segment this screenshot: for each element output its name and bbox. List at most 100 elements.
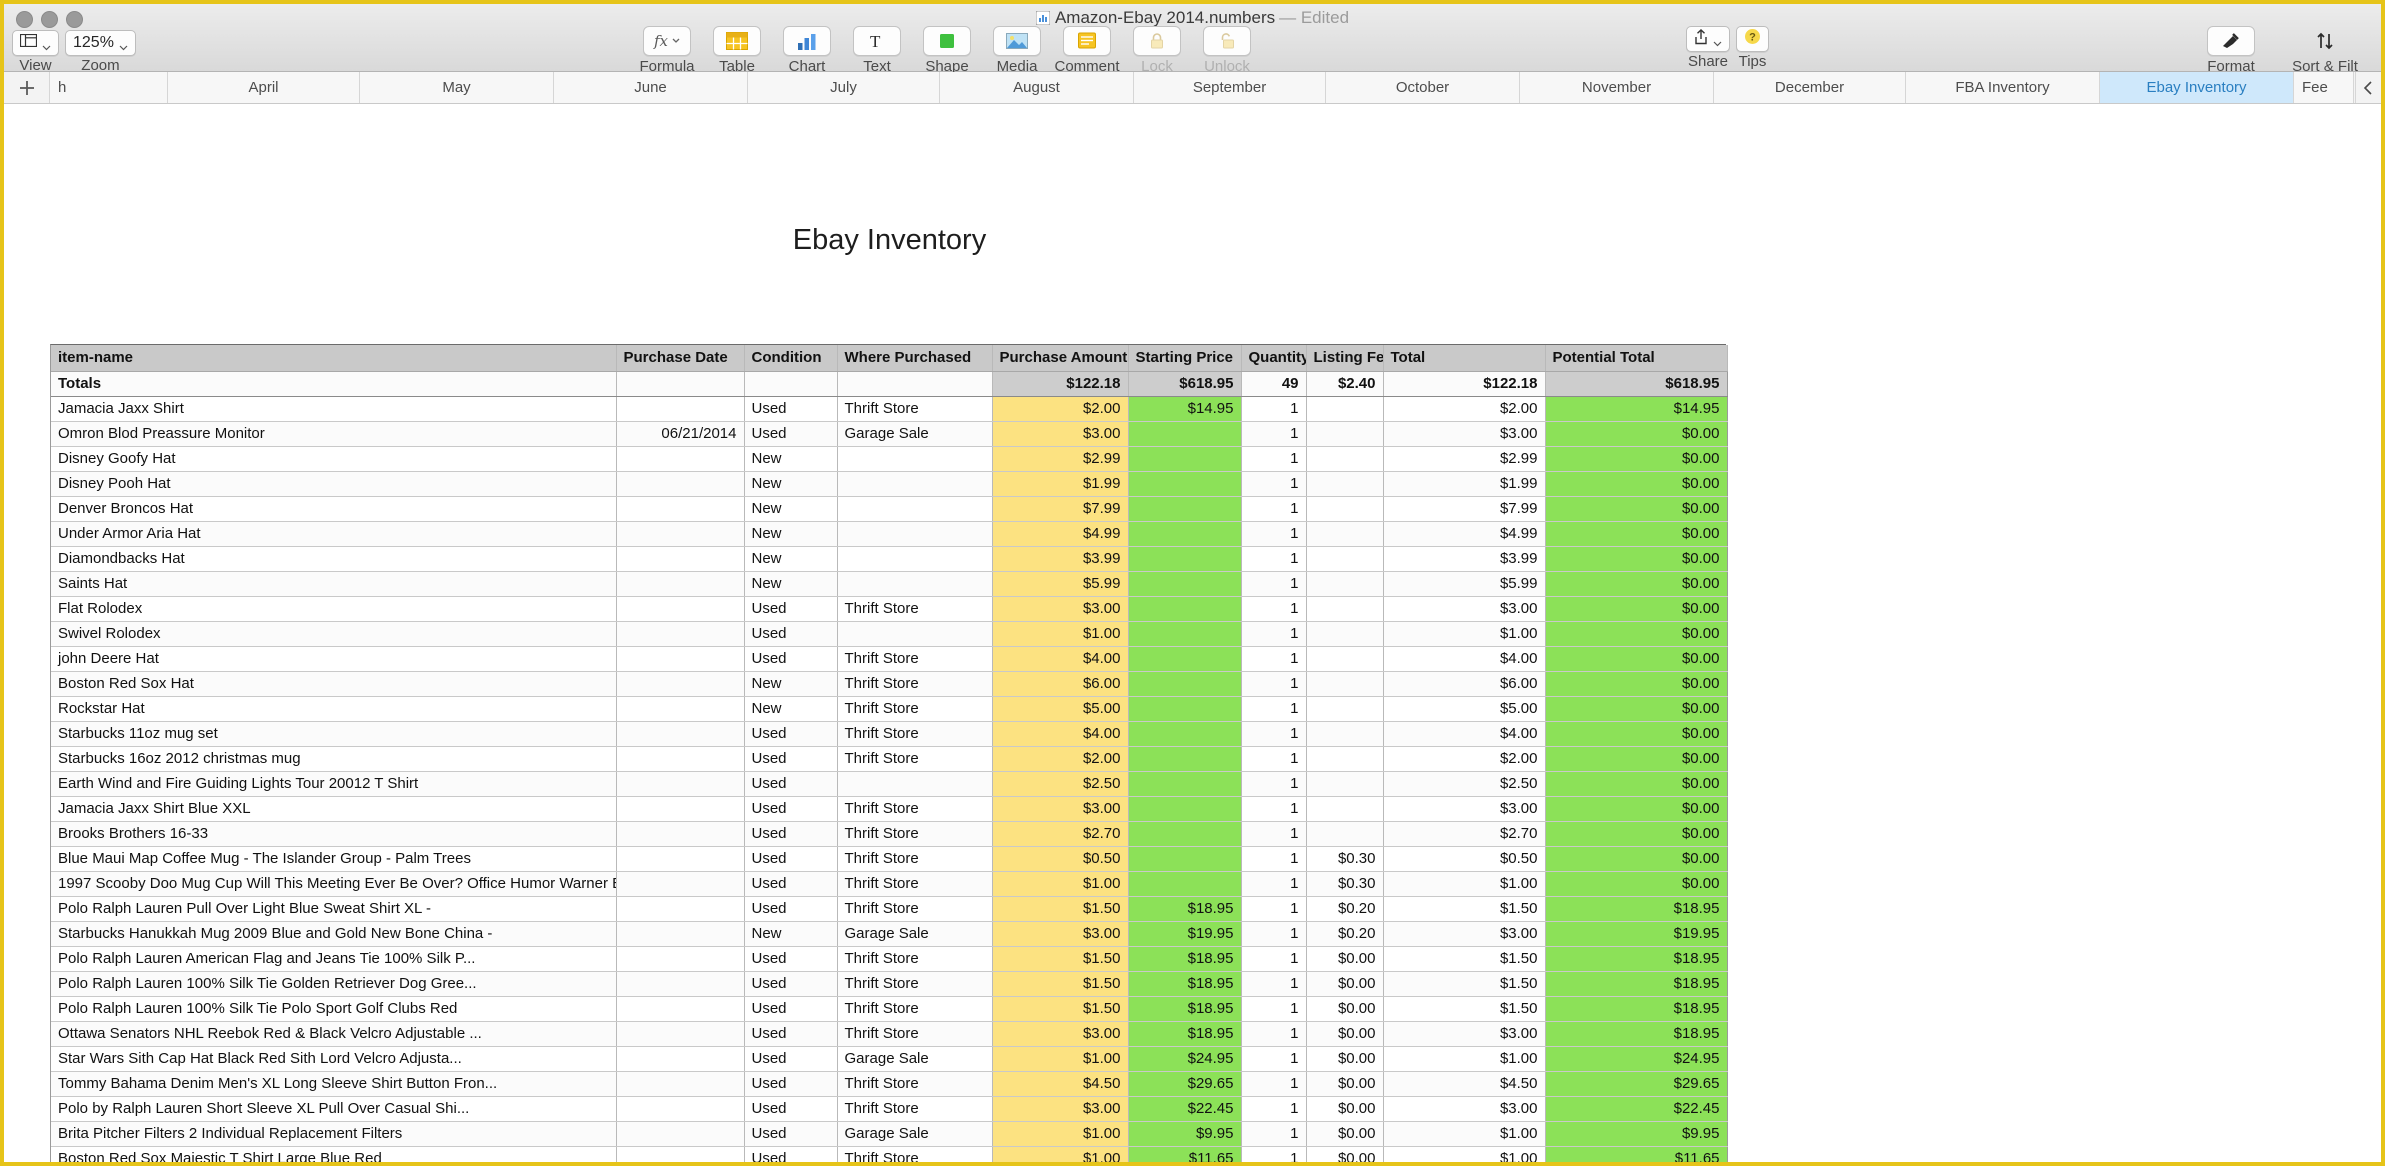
cell-condition[interactable]: Used — [744, 721, 837, 746]
cell-item-name[interactable]: Boston Red Sox Majestic T Shirt Large Bl… — [51, 1146, 616, 1162]
cell-purchase-date[interactable] — [616, 996, 744, 1021]
cell-starting-price[interactable] — [1128, 521, 1241, 546]
cell-purchase-amount[interactable]: $1.50 — [992, 971, 1128, 996]
cell-condition[interactable]: Used — [744, 421, 837, 446]
cell-starting-price[interactable]: $18.95 — [1128, 1021, 1241, 1046]
cell-potential-total[interactable]: $0.00 — [1545, 546, 1727, 571]
totals-quantity[interactable]: 49 — [1241, 371, 1306, 396]
totals-condition[interactable] — [744, 371, 837, 396]
cell-purchase-amount[interactable]: $1.99 — [992, 471, 1128, 496]
cell-purchase-date[interactable] — [616, 521, 744, 546]
cell-condition[interactable]: New — [744, 496, 837, 521]
cell-where-purchased[interactable]: Thrift Store — [837, 746, 992, 771]
cell-purchase-amount[interactable]: $1.50 — [992, 896, 1128, 921]
cell-item-name[interactable]: Ottawa Senators NHL Reebok Red & Black V… — [51, 1021, 616, 1046]
cell-item-name[interactable]: Denver Broncos Hat — [51, 496, 616, 521]
table-row[interactable]: john Deere HatUsedThrift Store$4.001$4.0… — [51, 646, 1727, 671]
cell-where-purchased[interactable] — [837, 546, 992, 571]
cell-total[interactable]: $4.50 — [1383, 1071, 1545, 1096]
cell-purchase-date[interactable] — [616, 646, 744, 671]
cell-item-name[interactable]: Polo Ralph Lauren Pull Over Light Blue S… — [51, 896, 616, 921]
cell-quantity[interactable]: 1 — [1241, 921, 1306, 946]
table-row[interactable]: Starbucks 11oz mug setUsedThrift Store$4… — [51, 721, 1727, 746]
cell-purchase-date[interactable] — [616, 596, 744, 621]
cell-quantity[interactable]: 1 — [1241, 821, 1306, 846]
sheet-tab-december[interactable]: December — [1714, 72, 1906, 103]
cell-purchase-amount[interactable]: $0.50 — [992, 846, 1128, 871]
cell-where-purchased[interactable]: Thrift Store — [837, 1071, 992, 1096]
cell-quantity[interactable]: 1 — [1241, 496, 1306, 521]
cell-total[interactable]: $4.00 — [1383, 721, 1545, 746]
cell-listing-fees[interactable] — [1306, 796, 1383, 821]
cell-quantity[interactable]: 1 — [1241, 396, 1306, 421]
cell-condition[interactable]: Used — [744, 946, 837, 971]
cell-purchase-date[interactable] — [616, 571, 744, 596]
cell-potential-total[interactable]: $0.00 — [1545, 821, 1727, 846]
cell-purchase-amount[interactable]: $1.50 — [992, 996, 1128, 1021]
sheet-tab-november[interactable]: November — [1520, 72, 1714, 103]
col-header-quantity[interactable]: Quantity — [1241, 345, 1306, 371]
cell-total[interactable]: $1.50 — [1383, 971, 1545, 996]
cell-where-purchased[interactable]: Garage Sale — [837, 1046, 992, 1071]
cell-condition[interactable]: Used — [744, 646, 837, 671]
cell-total[interactable]: $2.00 — [1383, 746, 1545, 771]
cell-potential-total[interactable]: $0.00 — [1545, 596, 1727, 621]
cell-starting-price[interactable] — [1128, 771, 1241, 796]
cell-listing-fees[interactable] — [1306, 446, 1383, 471]
cell-quantity[interactable]: 1 — [1241, 571, 1306, 596]
cell-where-purchased[interactable]: Thrift Store — [837, 696, 992, 721]
cell-where-purchased[interactable]: Thrift Store — [837, 821, 992, 846]
cell-condition[interactable]: Used — [744, 396, 837, 421]
cell-total[interactable]: $4.99 — [1383, 521, 1545, 546]
cell-where-purchased[interactable]: Garage Sale — [837, 421, 992, 446]
table-row[interactable]: Starbucks Hanukkah Mug 2009 Blue and Gol… — [51, 921, 1727, 946]
cell-quantity[interactable]: 1 — [1241, 796, 1306, 821]
cell-purchase-date[interactable] — [616, 1071, 744, 1096]
cell-item-name[interactable]: Jamacia Jaxx Shirt — [51, 396, 616, 421]
cell-listing-fees[interactable] — [1306, 671, 1383, 696]
tips-control[interactable]: ? Tips — [1736, 26, 1769, 69]
cell-potential-total[interactable]: $14.95 — [1545, 396, 1727, 421]
cell-total[interactable]: $1.50 — [1383, 946, 1545, 971]
cell-potential-total[interactable]: $18.95 — [1545, 946, 1727, 971]
table-row[interactable]: Rockstar HatNewThrift Store$5.001$5.00$0… — [51, 696, 1727, 721]
cell-condition[interactable]: New — [744, 521, 837, 546]
cell-purchase-date[interactable] — [616, 921, 744, 946]
cell-listing-fees[interactable]: $0.00 — [1306, 971, 1383, 996]
totals-listing-fees[interactable]: $2.40 — [1306, 371, 1383, 396]
cell-starting-price[interactable]: $18.95 — [1128, 946, 1241, 971]
cell-potential-total[interactable]: $0.00 — [1545, 721, 1727, 746]
cell-total[interactable]: $1.00 — [1383, 1146, 1545, 1162]
cell-condition[interactable]: New — [744, 546, 837, 571]
cell-condition[interactable]: Used — [744, 1071, 837, 1096]
cell-listing-fees[interactable] — [1306, 771, 1383, 796]
totals-purchase-date[interactable] — [616, 371, 744, 396]
cell-potential-total[interactable]: $0.00 — [1545, 496, 1727, 521]
shape-button[interactable]: Shape — [914, 26, 980, 74]
table-button[interactable]: Table — [704, 26, 770, 74]
sheet-tab-october[interactable]: October — [1326, 72, 1520, 103]
cell-purchase-date[interactable] — [616, 446, 744, 471]
cell-starting-price[interactable] — [1128, 796, 1241, 821]
col-header-where-purchased[interactable]: Where Purchased — [837, 345, 992, 371]
cell-purchase-date[interactable] — [616, 871, 744, 896]
cell-potential-total[interactable]: $0.00 — [1545, 446, 1727, 471]
totals-starting-price[interactable]: $618.95 — [1128, 371, 1241, 396]
table-row[interactable]: Polo Ralph Lauren 100% Silk Tie Golden R… — [51, 971, 1727, 996]
sheet-tab-h[interactable]: h — [50, 72, 168, 103]
cell-purchase-amount[interactable]: $3.00 — [992, 421, 1128, 446]
view-control[interactable]: View — [12, 30, 59, 73]
cell-quantity[interactable]: 1 — [1241, 621, 1306, 646]
cell-potential-total[interactable]: $18.95 — [1545, 971, 1727, 996]
cell-potential-total[interactable]: $22.45 — [1545, 1096, 1727, 1121]
cell-starting-price[interactable]: $18.95 — [1128, 996, 1241, 1021]
cell-quantity[interactable]: 1 — [1241, 871, 1306, 896]
cell-purchase-amount[interactable]: $4.99 — [992, 521, 1128, 546]
cell-purchase-amount[interactable]: $4.00 — [992, 646, 1128, 671]
cell-where-purchased[interactable] — [837, 571, 992, 596]
tab-scroll-left-button[interactable] — [2355, 72, 2381, 103]
cell-item-name[interactable]: Brooks Brothers 16-33 — [51, 821, 616, 846]
cell-item-name[interactable]: Flat Rolodex — [51, 596, 616, 621]
cell-purchase-amount[interactable]: $3.99 — [992, 546, 1128, 571]
cell-condition[interactable]: New — [744, 571, 837, 596]
